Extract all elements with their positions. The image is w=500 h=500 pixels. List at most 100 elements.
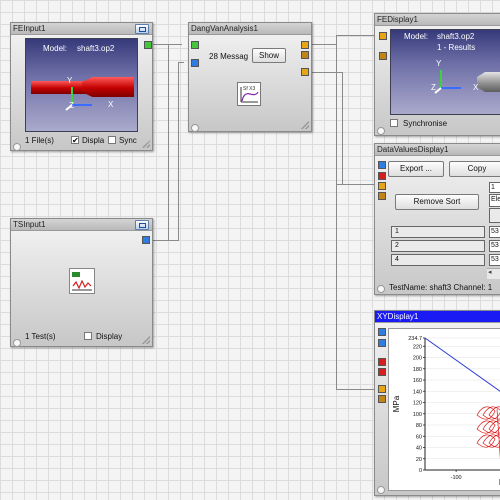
display-label: Displa xyxy=(82,136,105,145)
messages-count: 28 Messag xyxy=(209,52,249,61)
y-tick-label: 0 xyxy=(419,468,422,474)
ts-input-node[interactable]: TSInput1 1 Test(s) Display xyxy=(10,218,153,347)
fe-input-node[interactable]: FEInput1 Model: shaft3.op2 Y Z X 1 File(… xyxy=(10,22,153,151)
y-tick-label: 120 xyxy=(413,401,422,407)
status-text: TestName: shaft3 Channel: 1 xyxy=(389,283,493,292)
column-header[interactable] xyxy=(489,208,500,223)
fe-display-viewport[interactable]: Model: shaft3.op2 1 - Results Y Z X xyxy=(390,29,500,115)
data-values-title[interactable]: DataValuesDisplay1 xyxy=(375,144,500,156)
input-port[interactable] xyxy=(378,161,386,169)
scroll-left-icon[interactable]: ◂ xyxy=(488,268,492,276)
input-port[interactable] xyxy=(378,182,386,190)
input-port[interactable] xyxy=(378,358,386,366)
window-icon[interactable] xyxy=(135,220,149,230)
window-icon[interactable] xyxy=(135,24,149,34)
wire xyxy=(312,72,342,73)
axis-z-label: Z xyxy=(69,101,74,110)
y-tick-label: 140 xyxy=(413,389,422,395)
table-row-index[interactable]: 1 xyxy=(391,226,485,238)
column-header[interactable]: 1 xyxy=(489,182,500,193)
data-values-display-node[interactable]: DataValuesDisplay1 Export ... Copy Remov… xyxy=(374,143,500,295)
node-corner-dot xyxy=(13,339,21,347)
ts-input-title[interactable]: TSInput1 xyxy=(11,219,152,231)
wire xyxy=(336,389,374,390)
axis-z-label: Z xyxy=(431,83,436,92)
copy-button[interactable]: Copy xyxy=(449,161,500,177)
export-button[interactable]: Export ... xyxy=(388,161,444,177)
y-tick-label: 180 xyxy=(413,367,422,373)
wire xyxy=(312,44,336,45)
y-tick-label: 200 xyxy=(413,356,422,362)
output-port[interactable] xyxy=(301,68,309,76)
fe-display-title[interactable]: FEDisplay1 xyxy=(375,14,500,26)
model-value: shaft3.op2 xyxy=(77,44,115,53)
node-corner-dot xyxy=(377,127,385,135)
sync-label: Sync xyxy=(119,136,137,145)
table-row-index[interactable]: 2 xyxy=(391,240,485,252)
input-port[interactable] xyxy=(378,395,386,403)
fe-display-node[interactable]: FEDisplay1 Model: shaft3.op2 1 - Results… xyxy=(374,13,500,136)
chart-area[interactable]: 234.7220200180160140120100806040200-1000… xyxy=(388,328,500,491)
xy-display-title[interactable]: XYDisplay1 xyxy=(375,311,500,323)
display-checkbox[interactable]: ✔ xyxy=(71,136,79,145)
horizontal-scrollbar[interactable]: ◂ xyxy=(487,268,500,279)
tests-count: 1 Test(s) xyxy=(25,332,56,341)
dang-van-analysis-icon: Sf X3 xyxy=(237,82,261,106)
table-cell[interactable]: 53 xyxy=(489,240,500,252)
cycle-loop xyxy=(482,434,500,448)
shaft-model xyxy=(477,72,500,92)
y-tick-label: 80 xyxy=(416,423,422,429)
input-port[interactable] xyxy=(378,328,386,336)
wire xyxy=(178,62,184,63)
fe-input-viewport[interactable]: Model: shaft3.op2 Y Z X xyxy=(25,38,138,132)
axis-triad-icon xyxy=(434,70,461,94)
y-tick-label: 160 xyxy=(413,378,422,384)
xy-display-node[interactable]: XYDisplay1 234.7 220 200 180 160 140 120 100 80 6… xyxy=(374,310,500,496)
input-port[interactable] xyxy=(379,52,387,60)
output-port[interactable] xyxy=(301,41,309,49)
input-port[interactable] xyxy=(379,32,387,40)
column-header[interactable]: Ele xyxy=(489,194,500,207)
node-corner-dot xyxy=(377,486,385,494)
synchronise-label: Synchronise xyxy=(403,119,448,128)
synchronise-checkbox[interactable] xyxy=(390,119,398,127)
table-cell[interactable]: 53 xyxy=(489,226,500,238)
dang-van-analysis-node[interactable]: DangVanAnalysis1 28 Messag Show Sf X3 xyxy=(188,22,312,132)
wire xyxy=(336,35,374,36)
series-line xyxy=(424,337,500,392)
y-tick-label: 60 xyxy=(416,434,422,440)
table-cell[interactable]: 53 xyxy=(489,254,500,266)
resize-handle[interactable] xyxy=(142,140,150,148)
model-value: shaft3.op2 xyxy=(437,32,475,41)
remove-sort-button[interactable]: Remove Sort xyxy=(395,194,479,210)
resize-handle[interactable] xyxy=(301,121,309,129)
fe-input-title[interactable]: FEInput1 xyxy=(11,23,152,35)
y-tick-label: 40 xyxy=(416,446,422,452)
files-count: 1 File(s) xyxy=(25,136,54,145)
input-port[interactable] xyxy=(378,192,386,200)
y-axis-label: MPa xyxy=(392,395,401,412)
time-series-icon xyxy=(69,268,95,294)
display-checkbox[interactable] xyxy=(84,332,92,340)
y-tick-label: 20 xyxy=(416,457,422,463)
input-port[interactable] xyxy=(378,385,386,393)
input-port[interactable] xyxy=(191,41,199,49)
resize-handle[interactable] xyxy=(142,336,150,344)
dang-van-title[interactable]: DangVanAnalysis1 xyxy=(189,23,311,35)
output-port[interactable] xyxy=(142,236,150,244)
input-port[interactable] xyxy=(378,339,386,347)
table-row-index[interactable]: 4 xyxy=(391,254,485,266)
input-port[interactable] xyxy=(191,59,199,67)
axis-y-label: Y xyxy=(67,76,73,85)
x-tick-label: -100 xyxy=(451,475,462,481)
wire xyxy=(168,240,179,241)
input-port[interactable] xyxy=(378,172,386,180)
output-port[interactable] xyxy=(144,41,152,49)
sync-checkbox[interactable] xyxy=(108,136,116,144)
y-tick-label: 100 xyxy=(413,412,422,418)
show-button[interactable]: Show xyxy=(252,48,286,63)
output-port[interactable] xyxy=(301,51,309,59)
xy-chart[interactable]: 234.7220200180160140120100806040200-1000… xyxy=(389,329,500,492)
y-tick-label: 220 xyxy=(413,344,422,350)
input-port[interactable] xyxy=(378,368,386,376)
